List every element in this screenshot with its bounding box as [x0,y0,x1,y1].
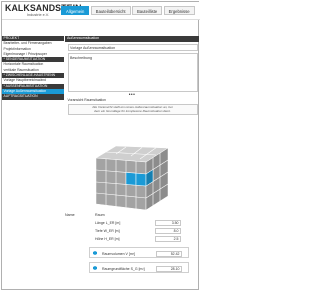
tab-ergebnisse[interactable]: Ergebnisse [163,6,195,15]
name-row: Name Raum [65,212,199,220]
volume-value: 52.42 [156,250,182,257]
room-form: Name Raum Länge L_ER [m] 3.50 Tiefe W_ER… [65,212,199,273]
volume-icon [93,251,97,255]
preview-info: Die Voransicht stellt ein reines Außenra… [67,103,198,115]
panel-title: Außenraumsituation [65,36,199,42]
height-row: Höhe H_ER [m] 2.5 [65,236,199,244]
sidebar-section-auftrag[interactable]: AUFTRAGSITUATION [2,94,64,100]
floor-area-label: Raumgrundfläche S_G [m²] [102,266,145,271]
tab-bauteiluebersicht[interactable]: Bauteilübersicht [90,6,131,15]
floor-area-card: Raumgrundfläche S_G [m²] 28.10 [89,262,189,273]
tab-allgemein[interactable]: Allgemein [61,6,90,15]
volume-card: Raumvolumen V [m³] 52.42 [89,247,189,258]
main-tabs: Allgemein Bauteilübersicht Bauteilliste … [61,6,195,15]
volume-label: Raumvolumen V [m³] [102,251,135,256]
sidebar: PROJEKT Bearbeiter- und Firmenangaben Pr… [2,36,64,100]
length-input[interactable]: 3.50 [155,220,181,226]
resize-handle[interactable]: ••• [65,92,199,97]
height-label: Höhe H_ER [m] [95,237,120,242]
depth-row: Tiefe W_ER [m] 8.0 [65,228,199,236]
name-value[interactable]: Raum [95,213,105,217]
tab-bauteilliste[interactable]: Bauteilliste [131,6,163,15]
depth-input[interactable]: 8.0 [155,228,181,234]
app-header: KALKSANDSTEIN Industrie e.V. Allgemein B… [2,2,200,20]
length-row: Länge L_ER [m] 3.50 [65,220,199,228]
description-field[interactable]: Beschreibung [67,53,198,92]
name-label: Name [65,213,75,217]
floor-area-icon [93,266,97,270]
room-preview [90,142,174,214]
preview-info-line2: dem ein Grundlage für komplexere Raumsit… [94,108,171,113]
height-input[interactable]: 2.5 [155,236,181,242]
room-cube-icon [95,145,169,211]
main-panel: Außenraumsituation Vorlage Außenraumsitu… [65,36,199,211]
depth-label: Tiefe W_ER [m] [95,229,120,234]
length-label: Länge L_ER [m] [95,221,121,226]
preview-label: Voransicht Raumsituation [67,98,106,102]
template-field[interactable]: Vorlage Außenraumsituation [67,44,198,51]
app-window: KALKSANDSTEIN Industrie e.V. Allgemein B… [1,1,200,290]
floor-area-value: 28.10 [156,265,182,272]
